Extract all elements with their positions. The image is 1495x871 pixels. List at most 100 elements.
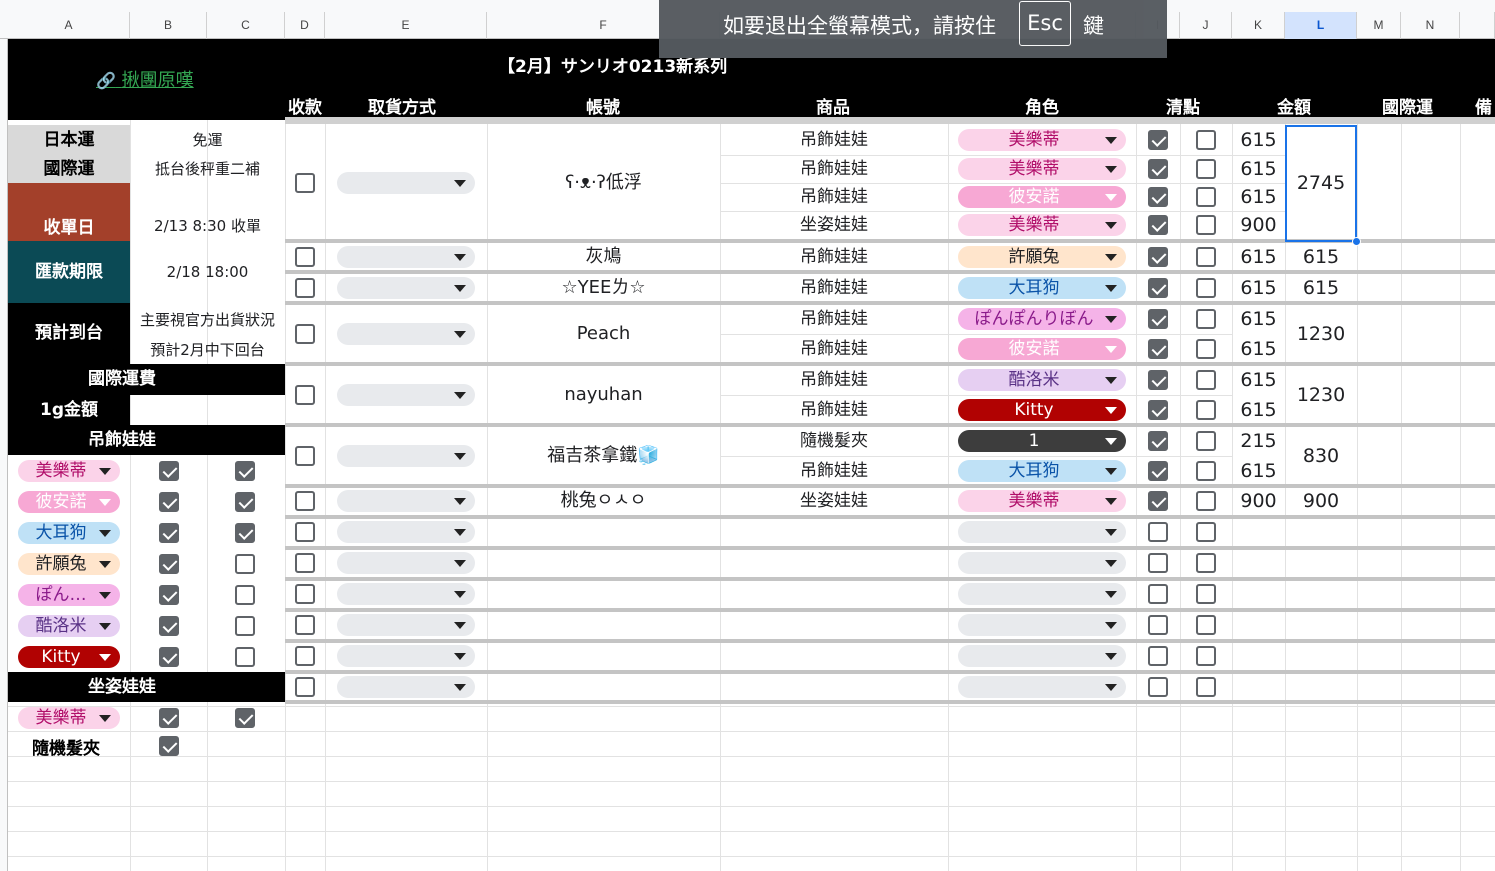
- payment-checkbox[interactable]: [295, 384, 315, 405]
- counted-checkbox[interactable]: [1196, 491, 1216, 511]
- pickup-method-dropdown[interactable]: [337, 614, 475, 636]
- payment-checkbox[interactable]: [295, 173, 315, 193]
- ordered-checkbox[interactable]: [1148, 553, 1168, 573]
- column-header[interactable]: J: [1180, 12, 1232, 39]
- payment-checkbox[interactable]: [295, 677, 315, 697]
- character-chip[interactable]: 大耳狗: [18, 522, 120, 544]
- counted-checkbox[interactable]: [1196, 246, 1216, 267]
- character-dropdown[interactable]: 許願兔: [958, 245, 1126, 268]
- ordered-checkbox[interactable]: [1148, 187, 1168, 207]
- checkbox-c[interactable]: [235, 585, 255, 605]
- counted-checkbox[interactable]: [1196, 461, 1216, 481]
- column-header[interactable]: K: [1232, 12, 1285, 39]
- character-dropdown[interactable]: [958, 645, 1126, 667]
- counted-checkbox[interactable]: [1196, 584, 1216, 604]
- counted-checkbox[interactable]: [1196, 187, 1216, 207]
- pickup-method-dropdown[interactable]: [337, 645, 475, 667]
- payment-checkbox[interactable]: [295, 277, 315, 298]
- payment-checkbox[interactable]: [295, 646, 315, 666]
- payment-checkbox[interactable]: [295, 491, 315, 511]
- character-chip[interactable]: 美樂蒂: [18, 460, 120, 482]
- pickup-method-dropdown[interactable]: [337, 583, 475, 605]
- character-dropdown[interactable]: ぽんぽんりぼん: [958, 307, 1126, 330]
- ordered-checkbox[interactable]: [1148, 308, 1168, 329]
- counted-checkbox[interactable]: [1196, 308, 1216, 329]
- payment-checkbox[interactable]: [295, 615, 315, 635]
- checkbox-c[interactable]: [235, 492, 255, 512]
- checkbox-b[interactable]: [159, 461, 179, 481]
- checkbox-b[interactable]: [159, 523, 179, 543]
- ordered-checkbox[interactable]: [1148, 246, 1168, 267]
- counted-checkbox[interactable]: [1196, 339, 1216, 359]
- counted-checkbox[interactable]: [1196, 677, 1216, 697]
- payment-checkbox[interactable]: [295, 522, 315, 542]
- counted-checkbox[interactable]: [1196, 215, 1216, 235]
- checkbox-b[interactable]: [159, 647, 179, 667]
- character-dropdown[interactable]: [958, 676, 1126, 698]
- character-chip[interactable]: 彼安諾: [18, 491, 120, 513]
- column-header[interactable]: [1460, 12, 1495, 39]
- character-chip[interactable]: 美樂蒂: [18, 707, 120, 729]
- ordered-checkbox[interactable]: [1148, 584, 1168, 604]
- pickup-method-dropdown[interactable]: [337, 276, 475, 299]
- pickup-method-dropdown[interactable]: [337, 444, 475, 467]
- ordered-checkbox[interactable]: [1148, 130, 1168, 150]
- character-dropdown[interactable]: 酷洛米: [958, 368, 1126, 391]
- pickup-method-dropdown[interactable]: [337, 383, 475, 406]
- payment-checkbox[interactable]: [295, 553, 315, 573]
- character-dropdown[interactable]: [958, 614, 1126, 636]
- payment-checkbox[interactable]: [295, 584, 315, 604]
- ordered-checkbox[interactable]: [1148, 522, 1168, 542]
- character-dropdown[interactable]: [958, 552, 1126, 574]
- payment-checkbox[interactable]: [295, 246, 315, 267]
- counted-checkbox[interactable]: [1196, 522, 1216, 542]
- ordered-checkbox[interactable]: [1148, 339, 1168, 359]
- character-dropdown[interactable]: 美樂蒂: [958, 490, 1126, 512]
- payment-checkbox[interactable]: [295, 323, 315, 344]
- ordered-checkbox[interactable]: [1148, 677, 1168, 697]
- column-header[interactable]: N: [1401, 12, 1460, 39]
- column-header[interactable]: B: [130, 12, 207, 39]
- character-dropdown[interactable]: 大耳狗: [958, 276, 1126, 299]
- column-header[interactable]: L: [1285, 12, 1357, 39]
- ordered-checkbox[interactable]: [1148, 159, 1168, 179]
- checkbox-c[interactable]: [235, 616, 255, 636]
- character-dropdown[interactable]: 美樂蒂: [958, 158, 1126, 180]
- ordered-checkbox[interactable]: [1148, 369, 1168, 390]
- pickup-method-dropdown[interactable]: [337, 172, 475, 194]
- character-dropdown[interactable]: [958, 521, 1126, 543]
- ordered-checkbox[interactable]: [1148, 461, 1168, 481]
- ordered-checkbox[interactable]: [1148, 491, 1168, 511]
- pickup-method-dropdown[interactable]: [337, 322, 475, 345]
- group-link[interactable]: 🔗 揪團原嘆: [96, 66, 194, 92]
- counted-checkbox[interactable]: [1196, 553, 1216, 573]
- column-header[interactable]: E: [325, 12, 487, 39]
- checkbox-c[interactable]: [235, 523, 255, 543]
- ordered-checkbox[interactable]: [1148, 215, 1168, 235]
- counted-checkbox[interactable]: [1196, 277, 1216, 298]
- character-dropdown[interactable]: 美樂蒂: [958, 129, 1126, 151]
- counted-checkbox[interactable]: [1196, 430, 1216, 451]
- payment-checkbox[interactable]: [295, 445, 315, 466]
- pickup-method-dropdown[interactable]: [337, 552, 475, 574]
- pickup-method-dropdown[interactable]: [337, 521, 475, 543]
- fill-handle[interactable]: [1352, 237, 1361, 246]
- ordered-checkbox[interactable]: [1148, 615, 1168, 635]
- checkbox-b[interactable]: [159, 736, 179, 756]
- counted-checkbox[interactable]: [1196, 400, 1216, 420]
- cell-selection[interactable]: [1285, 125, 1357, 242]
- counted-checkbox[interactable]: [1196, 615, 1216, 635]
- column-header[interactable]: D: [285, 12, 325, 39]
- character-dropdown[interactable]: 大耳狗: [958, 460, 1126, 482]
- checkbox-c[interactable]: [235, 708, 255, 728]
- pickup-method-dropdown[interactable]: [337, 490, 475, 512]
- column-header[interactable]: A: [8, 12, 130, 39]
- checkbox-b[interactable]: [159, 616, 179, 636]
- column-header[interactable]: C: [207, 12, 285, 39]
- checkbox-c[interactable]: [235, 554, 255, 574]
- counted-checkbox[interactable]: [1196, 369, 1216, 390]
- checkbox-b[interactable]: [159, 708, 179, 728]
- character-chip[interactable]: ぽん…: [18, 584, 120, 606]
- ordered-checkbox[interactable]: [1148, 400, 1168, 420]
- counted-checkbox[interactable]: [1196, 130, 1216, 150]
